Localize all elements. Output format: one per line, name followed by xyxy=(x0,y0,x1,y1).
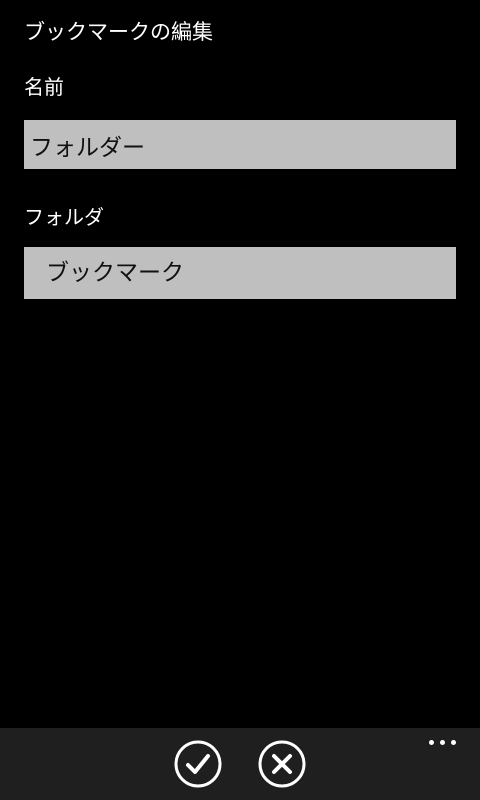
name-label: 名前 xyxy=(24,75,64,99)
close-icon xyxy=(258,740,306,788)
save-button[interactable] xyxy=(174,740,222,788)
check-icon xyxy=(174,740,222,788)
more-options-button[interactable] xyxy=(426,736,460,750)
app-bar xyxy=(0,728,480,800)
name-input[interactable] xyxy=(24,120,456,169)
cancel-button[interactable] xyxy=(258,740,306,788)
folder-picker[interactable]: ブックマーク xyxy=(24,247,456,299)
folder-picker-value: ブックマーク xyxy=(46,260,184,286)
folder-label: フォルダ xyxy=(24,205,104,229)
page-title: ブックマークの編集 xyxy=(24,20,213,44)
ellipsis-icon xyxy=(429,740,434,745)
